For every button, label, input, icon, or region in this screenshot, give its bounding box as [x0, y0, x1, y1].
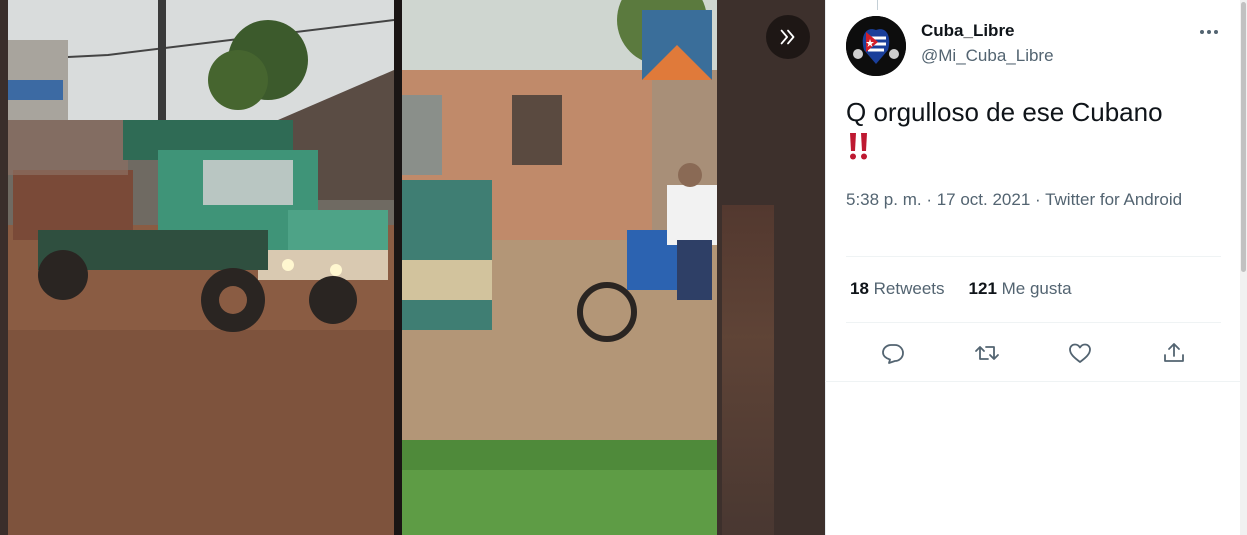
tweet-detail-panel [825, 0, 1247, 535]
retweets-label: Retweets [873, 279, 945, 298]
media-divider [394, 0, 402, 535]
scrollbar-thumb[interactable] [1241, 2, 1246, 272]
cuba-flag-avatar-icon [846, 16, 906, 76]
thread-connector-line [877, 0, 878, 10]
retweet-icon [974, 346, 999, 360]
collapse-panel-button[interactable] [766, 15, 810, 59]
display-name[interactable]: Cuba_Libre [921, 21, 1015, 41]
truck-photo-image [8, 0, 394, 535]
share-button[interactable] [1157, 336, 1191, 370]
tweet-meta: 5:38 p. m. · 17 oct. 2021 · Twitter for … [846, 187, 1186, 212]
reply-icon [881, 344, 904, 364]
motorcycle-photo-image [402, 0, 717, 535]
media-photo-motorcycle[interactable] [402, 0, 717, 535]
tweet-actions-bar [846, 336, 1221, 370]
double-chevron-right-icon [780, 29, 795, 45]
more-options-button[interactable] [1197, 22, 1221, 42]
user-handle[interactable]: @Mi_Cuba_Libre [921, 46, 1054, 66]
tweet-timestamp[interactable]: 5:38 p. m. · 17 oct. 2021 · [846, 190, 1045, 209]
divider-bottom [825, 381, 1247, 382]
likes-count: 121 [968, 279, 997, 298]
media-blur-strip [722, 205, 774, 535]
media-viewer [0, 0, 825, 535]
share-icon [1164, 343, 1185, 362]
avatar[interactable] [846, 16, 906, 76]
more-horizontal-icon [1200, 30, 1218, 34]
divider-middle [846, 322, 1221, 323]
tweet-source[interactable]: Twitter for Android [1045, 190, 1182, 209]
likes-stat[interactable]: 121 Me gusta [969, 279, 1072, 299]
divider-top [846, 256, 1221, 257]
tweet-text-content: Q orgulloso de ese Cubano [846, 97, 1163, 127]
like-button[interactable] [1063, 336, 1097, 370]
heart-icon [1069, 343, 1092, 363]
retweets-stat[interactable]: 18 Retweets [850, 279, 945, 299]
retweet-button[interactable] [970, 336, 1004, 370]
tweet-text: Q orgulloso de ese Cubano [846, 96, 1216, 169]
reply-button[interactable] [876, 336, 910, 370]
media-photo-truck[interactable] [8, 0, 394, 535]
double-exclamation-emoji-icon [846, 131, 1216, 169]
retweets-count: 18 [850, 279, 869, 298]
engagement-stats: 18 Retweets 121 Me gusta [850, 279, 1072, 299]
likes-label: Me gusta [1001, 279, 1072, 298]
